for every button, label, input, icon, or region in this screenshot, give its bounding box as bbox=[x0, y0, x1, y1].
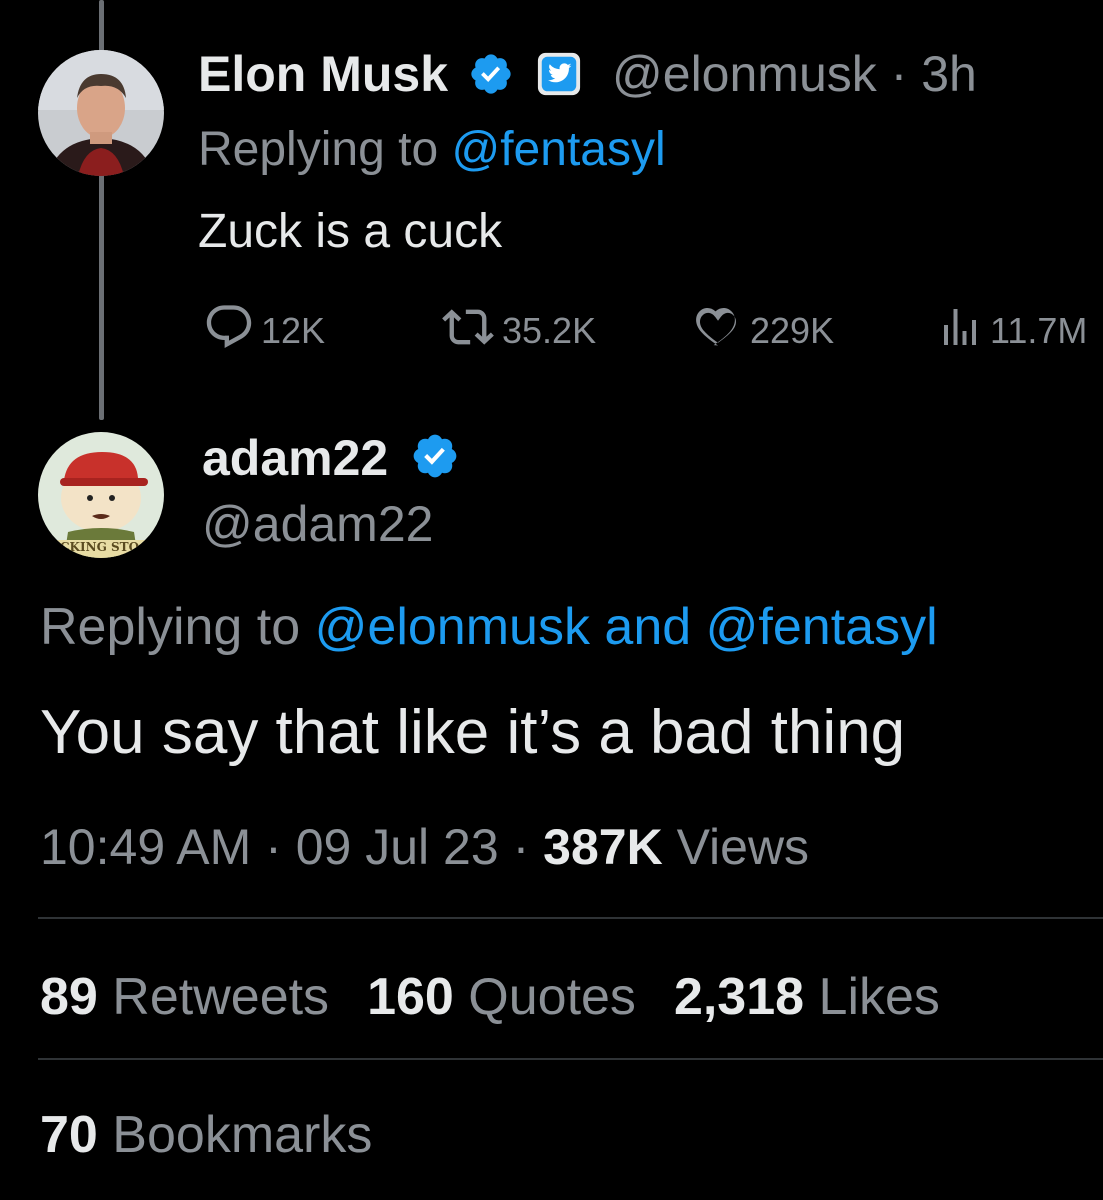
quotes-count: 160 bbox=[367, 968, 454, 1026]
reply-tweet-text: You say that like it’s a bad thing bbox=[40, 698, 906, 767]
likes-count: 2,318 bbox=[673, 968, 805, 1026]
like-action[interactable]: 229K bbox=[692, 306, 834, 356]
tweet-time[interactable]: 3h bbox=[921, 46, 977, 102]
views-action[interactable]: 11.7M bbox=[936, 306, 1087, 356]
time-separator: · bbox=[890, 46, 908, 102]
engagement-stats: 89 Retweets 160 Quotes 2,318 Likes bbox=[40, 966, 978, 1028]
tweet-time[interactable]: 10:49 AM bbox=[40, 819, 251, 875]
verified-badge-icon bbox=[410, 431, 460, 494]
views-count: 387K bbox=[543, 819, 663, 875]
reply-author-name[interactable]: adam22 bbox=[202, 428, 460, 494]
reply-action[interactable]: 12K bbox=[203, 304, 326, 356]
avatar-caption: CKING STO bbox=[60, 540, 140, 554]
retweet-action[interactable]: 35.2K bbox=[440, 306, 596, 356]
replying-to-link[interactable]: @fentasyl bbox=[451, 123, 665, 176]
twitter-affiliate-icon bbox=[536, 50, 582, 110]
reply-icon bbox=[203, 301, 255, 362]
views-count: 11.7M bbox=[990, 310, 1088, 351]
adam22-avatar[interactable]: CKING STO bbox=[38, 432, 164, 558]
retweets-label: Retweets bbox=[112, 968, 330, 1026]
verified-badge-icon bbox=[468, 50, 514, 110]
author-handle[interactable]: @elonmusk bbox=[612, 46, 877, 102]
author-name[interactable]: Elon Musk bbox=[198, 44, 582, 110]
retweet-count: 35.2K bbox=[502, 310, 597, 351]
views-icon bbox=[936, 303, 984, 360]
reply-author-name-text: adam22 bbox=[202, 430, 389, 486]
meta-separator: · bbox=[265, 819, 282, 875]
replying-prefix: Replying to bbox=[198, 123, 439, 176]
like-icon bbox=[692, 301, 744, 362]
replying-and[interactable]: and bbox=[604, 598, 691, 656]
retweets-count: 89 bbox=[40, 968, 98, 1026]
retweets-stat[interactable]: 89 Retweets bbox=[40, 968, 329, 1026]
tweet-text: Zuck is a cuck bbox=[198, 205, 503, 258]
replying-to-line: Replying to @fentasyl bbox=[198, 120, 666, 180]
author-handle-time[interactable]: @elonmusk · 3h bbox=[612, 44, 977, 104]
bookmarks-count: 70 bbox=[40, 1106, 98, 1164]
replying-to-link-elonmusk[interactable]: @elonmusk bbox=[315, 598, 590, 656]
likes-stat[interactable]: 2,318 Likes bbox=[674, 968, 940, 1026]
divider bbox=[38, 1058, 1103, 1060]
tweet-date[interactable]: 09 Jul 23 bbox=[296, 819, 499, 875]
likes-label: Likes bbox=[818, 968, 940, 1026]
tweet-timestamp-line: 10:49 AM · 09 Jul 23 · 387K Views bbox=[40, 816, 809, 878]
like-count: 229K bbox=[750, 310, 835, 351]
views-label: Views bbox=[676, 819, 810, 875]
bookmarks-stat[interactable]: 70 Bookmarks bbox=[40, 1104, 372, 1166]
bookmarks-label: Bookmarks bbox=[112, 1106, 373, 1164]
meta-separator: · bbox=[512, 819, 530, 875]
replying-to-link-fentasyl[interactable]: @fentasyl bbox=[706, 598, 938, 656]
reply-count: 12K bbox=[261, 310, 326, 351]
reply-replying-to-line: Replying to @elonmusk and @fentasyl bbox=[40, 596, 938, 658]
reply-author-handle[interactable]: @adam22 bbox=[202, 494, 433, 554]
reply-replying-prefix: Replying to bbox=[40, 598, 301, 656]
quotes-stat[interactable]: 160 Quotes bbox=[367, 968, 636, 1026]
elon-musk-avatar[interactable] bbox=[38, 50, 164, 176]
author-name-text: Elon Musk bbox=[198, 46, 449, 102]
divider bbox=[38, 917, 1103, 919]
retweet-icon bbox=[440, 301, 496, 362]
quotes-label: Quotes bbox=[468, 968, 636, 1026]
